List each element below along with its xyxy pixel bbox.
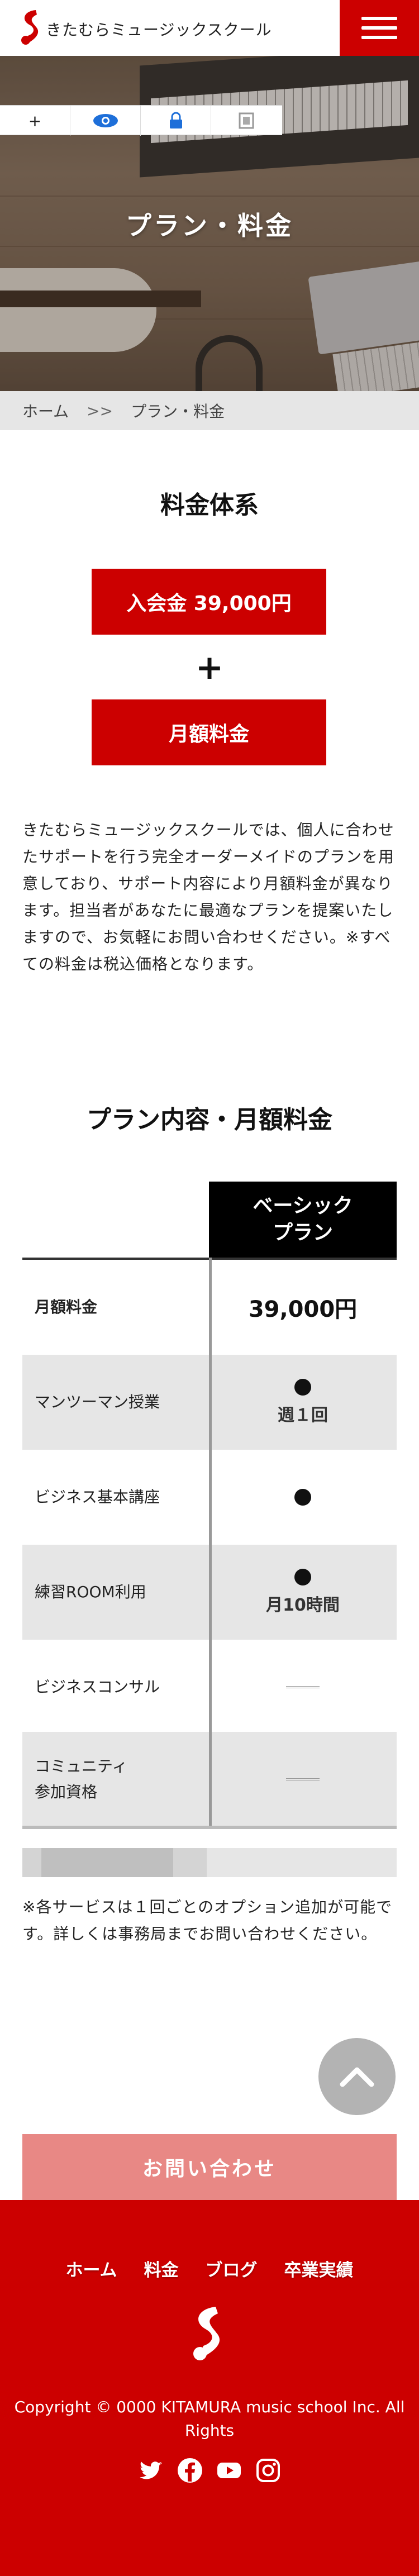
not-included-dash-icon (286, 1686, 320, 1688)
menu-bar-icon (361, 26, 397, 30)
table-column-header: ベーシック プラン (209, 1182, 397, 1258)
plans-section-title: プラン内容・月額料金 (87, 1106, 332, 1134)
footer-nav-pricing[interactable]: 料金 (144, 2256, 179, 2281)
copyright-text: Copyright © 0000 KITAMURA music school I… (14, 2398, 405, 2440)
logo-icon[interactable] (19, 8, 45, 48)
facebook-icon[interactable] (177, 2457, 203, 2484)
contact-button[interactable]: お問い合わせ (22, 2134, 397, 2200)
back-to-top-button[interactable] (318, 2038, 396, 2115)
included-dot-icon (294, 1379, 311, 1396)
row-value: 週１回 (278, 1406, 328, 1425)
youtube-icon[interactable] (216, 2457, 242, 2484)
row-value: 39,000円 (248, 1297, 358, 1322)
scrollbar-thumb[interactable] (41, 1848, 173, 1877)
logo-text[interactable]: きたむらミュージックスクール (46, 18, 272, 40)
monthly-fee-box: 月額料金 (92, 699, 326, 765)
pricing-section-title: 料金体系 (160, 491, 259, 520)
plans-note: ※各サービスは１回ごとのオプション追加が可能です。詳しくは事務局までお問い合わせ… (22, 1898, 393, 1943)
plus-sign: + (195, 648, 224, 687)
eye-icon[interactable] (70, 106, 141, 136)
twitter-icon[interactable] (137, 2457, 164, 2484)
row-value: 月10時間 (266, 1596, 340, 1615)
footer-nav-results[interactable]: 卒業実績 (284, 2256, 354, 2281)
not-included-dash-icon (286, 1778, 320, 1780)
breadcrumb-home-link[interactable]: ホーム (22, 399, 69, 422)
row-label: ビジネス基本講座 (35, 1488, 160, 1506)
footer-nav-home[interactable]: ホーム (65, 2256, 117, 2281)
floating-toolbar: + (0, 105, 282, 136)
menu-bar-icon (361, 36, 397, 39)
breadcrumb-separator: >> (87, 401, 113, 420)
add-button[interactable]: + (0, 106, 70, 136)
menu-bar-icon (361, 17, 397, 20)
row-label: マンツーマン授業 (35, 1393, 160, 1411)
page-icon[interactable] (211, 106, 282, 136)
footer-nav-blog[interactable]: ブログ (206, 2256, 258, 2281)
hamburger-menu-button[interactable] (340, 0, 419, 56)
row-label: コミュニティ 参加資格 (35, 1757, 128, 1801)
included-dot-icon (294, 1489, 311, 1506)
row-label: ビジネスコンサル (35, 1678, 160, 1696)
pricing-description: きたむらミュージックスクールでは、個人に合わせたサポートを行う完全オーダーメイド… (22, 821, 394, 973)
included-dot-icon (294, 1569, 311, 1585)
footer-nav: ホーム 料金 ブログ 卒業実績 (0, 2256, 419, 2281)
entry-fee-box: 入会金 39,000円 (92, 569, 326, 635)
site-footer: ホーム 料金 ブログ 卒業実績 Copyright © 0000 KITAMUR… (0, 2200, 419, 2576)
breadcrumb-current: プラン・料金 (131, 402, 225, 421)
social-links (0, 2457, 419, 2484)
instagram-icon[interactable] (255, 2457, 282, 2484)
chevron-up-icon (340, 2067, 374, 2087)
table-horizontal-scrollbar[interactable] (22, 1848, 397, 1877)
row-label: 練習ROOM利用 (35, 1583, 146, 1601)
site-header: きたむらミュージックスクール (0, 0, 419, 56)
page-title: プラン・料金 (126, 211, 293, 241)
row-label: 月額料金 (35, 1298, 98, 1316)
breadcrumb: ホーム >> プラン・料金 (0, 391, 419, 430)
footer-logo-icon[interactable] (190, 2303, 229, 2365)
lock-icon[interactable] (141, 106, 211, 136)
